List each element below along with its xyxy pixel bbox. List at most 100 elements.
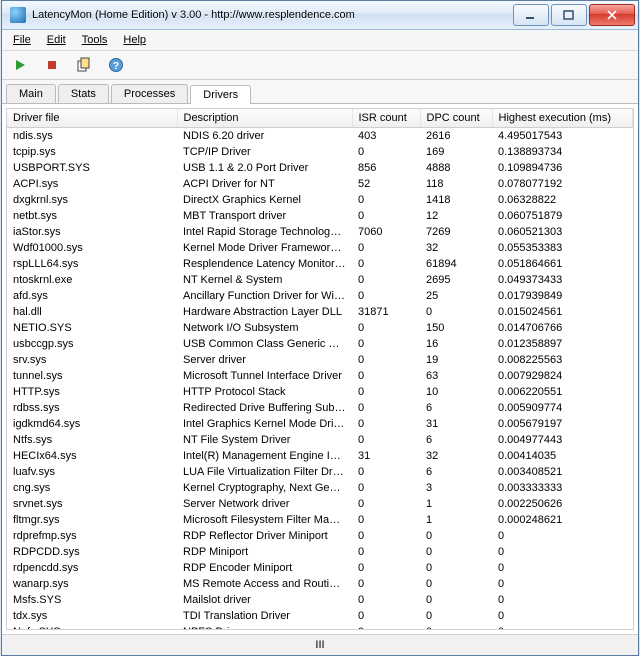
- table-row[interactable]: srvnet.sys Server Network driver 0 1 0.0…: [7, 496, 633, 512]
- cell-isr: 31: [352, 448, 420, 464]
- minimize-button[interactable]: [513, 4, 549, 26]
- cell-file: ndis.sys: [7, 128, 177, 145]
- table-row[interactable]: HTTP.sys HTTP Protocol Stack 0 10 0.0062…: [7, 384, 633, 400]
- table-row[interactable]: NETIO.SYS Network I/O Subsystem 0 150 0.…: [7, 320, 633, 336]
- cell-file: Npfs.SYS: [7, 624, 177, 630]
- cell-file: iaStor.sys: [7, 224, 177, 240]
- table-row[interactable]: rspLLL64.sys Resplendence Latency Monito…: [7, 256, 633, 272]
- cell-file: srvnet.sys: [7, 496, 177, 512]
- start-button[interactable]: [8, 53, 32, 77]
- status-bar: III: [2, 634, 638, 655]
- cell-isr: 7060: [352, 224, 420, 240]
- cell-file: RDPCDD.sys: [7, 544, 177, 560]
- table-row[interactable]: tdx.sys TDI Translation Driver 0 0 0: [7, 608, 633, 624]
- table-row[interactable]: wanarp.sys MS Remote Access and Routing …: [7, 576, 633, 592]
- cell-isr: 0: [352, 384, 420, 400]
- table-row[interactable]: srv.sys Server driver 0 19 0.008225563: [7, 352, 633, 368]
- maximize-button[interactable]: [551, 4, 587, 26]
- cell-isr: 52: [352, 176, 420, 192]
- table-row[interactable]: Wdf01000.sys Kernel Mode Driver Framewor…: [7, 240, 633, 256]
- table-row[interactable]: dxgkrnl.sys DirectX Graphics Kernel 0 14…: [7, 192, 633, 208]
- cell-file: wanarp.sys: [7, 576, 177, 592]
- col-highest-exec[interactable]: Highest execution (ms): [492, 109, 633, 128]
- cell-highest: 0: [492, 528, 633, 544]
- table-row[interactable]: afd.sys Ancillary Function Driver for Wi…: [7, 288, 633, 304]
- cell-isr: 0: [352, 560, 420, 576]
- table-row[interactable]: iaStor.sys Intel Rapid Storage Technolog…: [7, 224, 633, 240]
- col-dpc-count[interactable]: DPC count: [420, 109, 492, 128]
- tab-drivers[interactable]: Drivers: [190, 85, 251, 104]
- table-row[interactable]: HECIx64.sys Intel(R) Management Engine I…: [7, 448, 633, 464]
- cell-highest: 0.109894736: [492, 160, 633, 176]
- tab-main[interactable]: Main: [6, 84, 56, 103]
- col-driver-file[interactable]: Driver file: [7, 109, 177, 128]
- table-row[interactable]: rdbss.sys Redirected Drive Buffering Sub…: [7, 400, 633, 416]
- cell-desc: TCP/IP Driver: [177, 144, 352, 160]
- cell-dpc: 31: [420, 416, 492, 432]
- copy-button[interactable]: [72, 53, 96, 77]
- table-row[interactable]: rdprefmp.sys RDP Reflector Driver Minipo…: [7, 528, 633, 544]
- table-row[interactable]: ndis.sys NDIS 6.20 driver 403 2616 4.495…: [7, 128, 633, 145]
- cell-desc: Microsoft Filesystem Filter Manager: [177, 512, 352, 528]
- cell-file: usbccgp.sys: [7, 336, 177, 352]
- table-row[interactable]: Msfs.SYS Mailslot driver 0 0 0: [7, 592, 633, 608]
- table-row[interactable]: USBPORT.SYS USB 1.1 & 2.0 Port Driver 85…: [7, 160, 633, 176]
- cell-isr: 0: [352, 256, 420, 272]
- table-row[interactable]: igdkmd64.sys Intel Graphics Kernel Mode …: [7, 416, 633, 432]
- tab-processes[interactable]: Processes: [111, 84, 188, 103]
- cell-highest: 0.00414035: [492, 448, 633, 464]
- cell-desc: Intel Graphics Kernel Mode Driver: [177, 416, 352, 432]
- cell-file: HECIx64.sys: [7, 448, 177, 464]
- cell-isr: 0: [352, 464, 420, 480]
- cell-desc: Mailslot driver: [177, 592, 352, 608]
- menu-file[interactable]: File: [6, 32, 38, 48]
- title-bar[interactable]: LatencyMon (Home Edition) v 3.00 - http:…: [2, 1, 638, 30]
- cell-dpc: 169: [420, 144, 492, 160]
- cell-desc: TDI Translation Driver: [177, 608, 352, 624]
- table-row[interactable]: ACPI.sys ACPI Driver for NT 52 118 0.078…: [7, 176, 633, 192]
- cell-desc: RDP Encoder Miniport: [177, 560, 352, 576]
- tab-stats[interactable]: Stats: [58, 84, 109, 103]
- cell-highest: 0: [492, 560, 633, 576]
- cell-isr: 0: [352, 624, 420, 630]
- table-row[interactable]: Ntfs.sys NT File System Driver 0 6 0.004…: [7, 432, 633, 448]
- cell-isr: 0: [352, 592, 420, 608]
- table-row[interactable]: cng.sys Kernel Cryptography, Next Genera…: [7, 480, 633, 496]
- table-row[interactable]: Npfs.SYS NPFS Driver 0 0 0: [7, 624, 633, 630]
- help-button[interactable]: ?: [104, 53, 128, 77]
- table-row[interactable]: tunnel.sys Microsoft Tunnel Interface Dr…: [7, 368, 633, 384]
- cell-isr: 0: [352, 208, 420, 224]
- cell-isr: 0: [352, 336, 420, 352]
- cell-file: dxgkrnl.sys: [7, 192, 177, 208]
- cell-highest: 0: [492, 624, 633, 630]
- col-description[interactable]: Description: [177, 109, 352, 128]
- stop-button[interactable]: [40, 53, 64, 77]
- menu-tools[interactable]: Tools: [75, 32, 115, 48]
- table-row[interactable]: netbt.sys MBT Transport driver 0 12 0.06…: [7, 208, 633, 224]
- cell-highest: 0.003408521: [492, 464, 633, 480]
- table-row[interactable]: usbccgp.sys USB Common Class Generic Par…: [7, 336, 633, 352]
- cell-file: USBPORT.SYS: [7, 160, 177, 176]
- cell-desc: NPFS Driver: [177, 624, 352, 630]
- table-row[interactable]: fltmgr.sys Microsoft Filesystem Filter M…: [7, 512, 633, 528]
- close-button[interactable]: [589, 4, 635, 26]
- table-row[interactable]: ntoskrnl.exe NT Kernel & System 0 2695 0…: [7, 272, 633, 288]
- cell-dpc: 63: [420, 368, 492, 384]
- table-row[interactable]: luafv.sys LUA File Virtualization Filter…: [7, 464, 633, 480]
- cell-file: ACPI.sys: [7, 176, 177, 192]
- cell-file: rdprefmp.sys: [7, 528, 177, 544]
- cell-desc: Hardware Abstraction Layer DLL: [177, 304, 352, 320]
- menu-edit[interactable]: Edit: [40, 32, 73, 48]
- cell-desc: Microsoft Tunnel Interface Driver: [177, 368, 352, 384]
- cell-highest: 0.078077192: [492, 176, 633, 192]
- col-isr-count[interactable]: ISR count: [352, 109, 420, 128]
- table-row[interactable]: rdpencdd.sys RDP Encoder Miniport 0 0 0: [7, 560, 633, 576]
- drivers-listview[interactable]: Driver file Description ISR count DPC co…: [6, 108, 634, 630]
- menu-help[interactable]: Help: [116, 32, 153, 48]
- table-row[interactable]: tcpip.sys TCP/IP Driver 0 169 0.13889373…: [7, 144, 633, 160]
- cell-isr: 0: [352, 496, 420, 512]
- table-row[interactable]: hal.dll Hardware Abstraction Layer DLL 3…: [7, 304, 633, 320]
- cell-dpc: 4888: [420, 160, 492, 176]
- table-row[interactable]: RDPCDD.sys RDP Miniport 0 0 0: [7, 544, 633, 560]
- cell-isr: 0: [352, 528, 420, 544]
